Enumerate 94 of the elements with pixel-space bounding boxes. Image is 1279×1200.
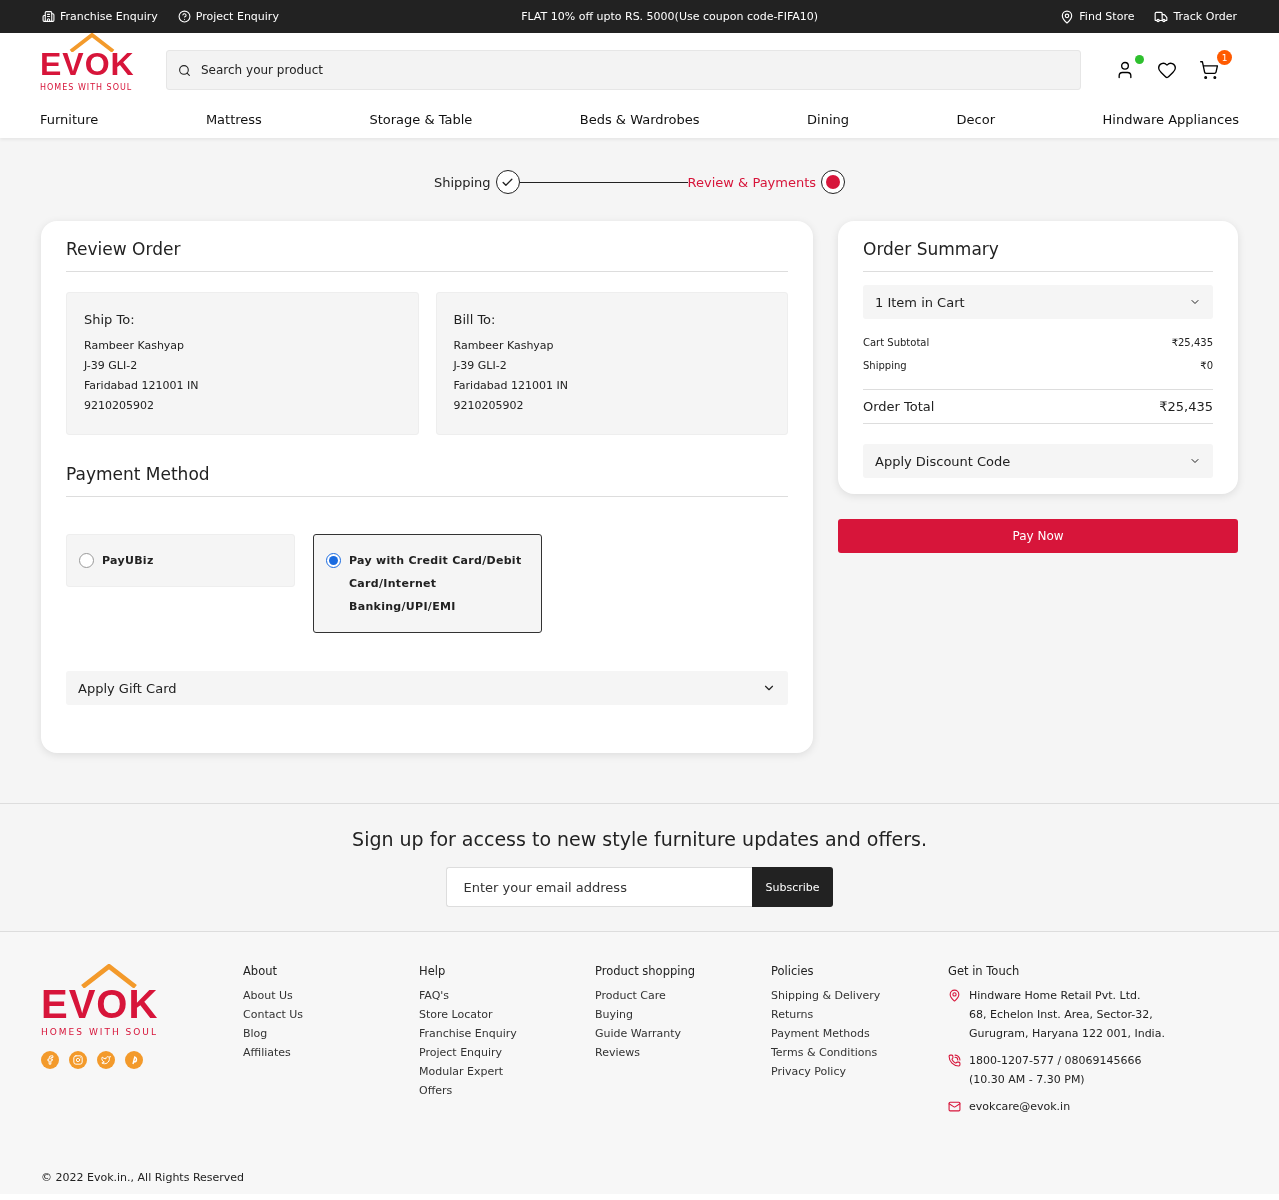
footer-link[interactable]: Terms & Conditions <box>771 1046 948 1059</box>
discount-code-toggle[interactable]: Apply Discount Code <box>863 444 1213 478</box>
summary-value: ₹25,435 <box>1171 337 1213 348</box>
address-line: Faridabad 121001 IN <box>453 378 570 394</box>
contact-text: Gurugram, Haryana 122 001, India. <box>969 1027 1165 1040</box>
footer-link[interactable]: Contact Us <box>243 1008 419 1021</box>
instagram-icon[interactable] <box>69 1051 87 1069</box>
pinterest-icon[interactable] <box>125 1051 143 1069</box>
logo-wordmark: EVOK <box>40 48 135 80</box>
footer-link[interactable]: Reviews <box>595 1046 771 1059</box>
footer-link[interactable]: Modular Expert <box>419 1065 595 1078</box>
top-bar-link[interactable]: Project Enquiry <box>177 10 279 23</box>
summary-value: ₹0 <box>1200 360 1213 371</box>
twitter-icon[interactable] <box>97 1051 115 1069</box>
building-icon <box>42 10 55 23</box>
total-label: Order Total <box>863 399 935 414</box>
house-roof-icon <box>79 964 139 988</box>
footer-heading: About <box>243 964 278 978</box>
payment-option[interactable]: PayUBiz <box>66 534 295 587</box>
nav-link[interactable]: Furniture <box>40 112 99 127</box>
footer-link[interactable]: Blog <box>243 1027 419 1040</box>
summary-label: Cart Subtotal <box>863 337 930 348</box>
contact-text: Hindware Home Retail Pvt. Ltd. <box>969 989 1142 1002</box>
cart-items-toggle[interactable]: 1 Item in Cart <box>863 285 1213 319</box>
cart-count-badge: 1 <box>1217 50 1232 65</box>
contact-text: 68, Echelon Inst. Area, Sector-32, <box>969 1008 1154 1021</box>
signup-heading: Sign up for access to new style furniture updates and offers. <box>352 828 927 850</box>
address-line: 9210205902 <box>453 398 525 414</box>
footer-link[interactable]: Shipping & Delivery <box>771 989 948 1002</box>
footer-link[interactable]: Project Enquiry <box>419 1046 595 1059</box>
summary-label: Shipping <box>863 360 907 371</box>
footer-heading: Get in Touch <box>948 964 1021 978</box>
map-pin-icon <box>948 989 961 1002</box>
footer-heading: Policies <box>771 964 815 978</box>
footer-link[interactable]: Guide Warranty <box>595 1027 771 1040</box>
pay-now-button[interactable]: Pay Now <box>838 519 1238 553</box>
step-label: Review & Payments <box>687 174 817 190</box>
contact-text: (10.30 AM - 7.30 PM) <box>969 1073 1086 1086</box>
address-line: 9210205902 <box>84 398 155 414</box>
address-line: Faridabad 121001 IN <box>84 378 200 394</box>
truck-icon <box>1154 9 1169 24</box>
footer-link[interactable]: Product Care <box>595 989 771 1002</box>
footer-link[interactable]: Offers <box>419 1084 595 1097</box>
search-field[interactable]: Search your product <box>166 50 1081 90</box>
help-icon <box>177 10 191 23</box>
address-title: Bill To: <box>453 312 497 327</box>
top-bar-link[interactable]: Find Store <box>1060 9 1135 24</box>
copyright-text: © 2022 Evok.in., All Rights Reserved <box>41 1171 246 1184</box>
footer-link[interactable]: Store Locator <box>419 1008 595 1021</box>
cart-button[interactable] <box>1199 60 1219 80</box>
promo-text: FLAT 10% off upto RS. 5000(Use coupon code-FIFA10) <box>521 10 819 23</box>
map-pin-icon <box>1060 9 1075 24</box>
nav-link[interactable]: Storage & Table <box>369 112 473 127</box>
address-line: J-39 GLI-2 <box>453 358 508 374</box>
footer-link[interactable]: FAQ's <box>419 989 595 1002</box>
logo-wordmark: EVOK <box>41 984 159 1024</box>
card-title: Review Order <box>66 237 788 272</box>
logo-tagline: HOMES WITH SOUL <box>41 1027 158 1037</box>
wishlist-button[interactable] <box>1157 60 1177 80</box>
facebook-icon[interactable] <box>41 1051 59 1069</box>
total-value: ₹25,435 <box>1159 399 1213 414</box>
nav-link[interactable]: Decor <box>956 112 995 127</box>
subscribe-button[interactable]: Subscribe <box>752 867 833 907</box>
mail-icon <box>948 1100 961 1113</box>
house-roof-icon <box>68 33 116 53</box>
footer-heading: Help <box>419 964 447 978</box>
footer-link[interactable]: Franchise Enquiry <box>419 1027 595 1040</box>
card-title: Order Summary <box>863 237 1213 272</box>
address-title: Ship To: <box>84 312 136 327</box>
nav-link[interactable]: Dining <box>807 112 850 127</box>
footer-link[interactable]: Payment Methods <box>771 1027 948 1040</box>
footer-link[interactable]: Privacy Policy <box>771 1065 948 1078</box>
footer-link[interactable]: Returns <box>771 1008 948 1021</box>
contact-text: 1800-1207-577 / 08069145666 <box>969 1054 1142 1067</box>
nav-link[interactable]: Hindware Appliances <box>1102 112 1239 127</box>
address-line: J-39 GLI-2 <box>84 358 139 374</box>
payment-option[interactable]: Pay with Credit Card/Debit Card/Internet Banking/UPI/EMI <box>313 534 542 633</box>
logo-tagline: HOMES WITH SOUL <box>40 83 133 92</box>
address-line: Rambeer Kashyap <box>84 338 186 354</box>
footer-link[interactable]: Buying <box>595 1008 771 1021</box>
email-field[interactable]: Enter your email address <box>446 867 753 907</box>
footer-link[interactable]: About Us <box>243 989 419 1002</box>
footer-link[interactable]: Affiliates <box>243 1046 419 1059</box>
top-bar-link[interactable]: Track Order <box>1154 9 1237 24</box>
nav-link[interactable]: Mattress <box>205 112 262 127</box>
address-line: Rambeer Kashyap <box>453 338 555 354</box>
footer-heading: Product shopping <box>595 964 697 978</box>
top-bar-link[interactable]: Franchise Enquiry <box>42 10 158 23</box>
phone-icon <box>948 1054 961 1067</box>
gift-card-toggle[interactable]: Apply Gift Card <box>66 671 788 705</box>
nav-link[interactable]: Beds & Wardrobes <box>579 112 700 127</box>
step-label: Shipping <box>433 174 491 190</box>
section-title: Payment Method <box>66 462 788 497</box>
contact-text: evokcare@evok.in <box>969 1100 1071 1113</box>
